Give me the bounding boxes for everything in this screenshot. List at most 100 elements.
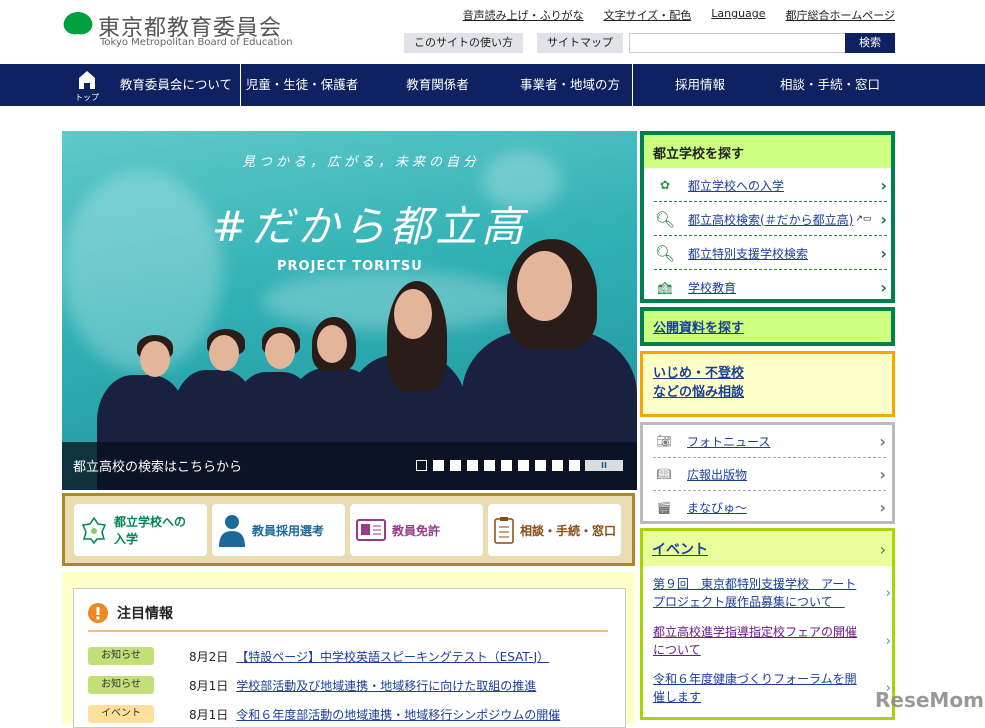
link-label[interactable]: 都立高校検索(＃だから都立高) [688,211,853,228]
quick-link-label: 都立学校への入学 [114,515,187,546]
chevron-right-icon: › [880,175,887,195]
slide-dot[interactable] [535,460,546,471]
main-nav: トップ 教育委員会について 児童・生徒・保護者 教育関係者 事業者・地域の方 採… [0,64,985,106]
quick-link-admission[interactable]: 都立学校への入学 [74,504,207,556]
link-school-education[interactable]: 🏫︎ 学校教育 › [654,271,887,304]
ginkgo-logo-icon [63,12,93,48]
quick-link-consultation[interactable]: 相談・手続・窓口 [488,504,621,556]
quick-link-recruitment[interactable]: 教員採用選考 [212,504,345,556]
link-photo-news[interactable]: 📷︎ フォトニュース › [653,425,886,458]
documents-box: 公開資料を探す [640,307,895,346]
event-item[interactable]: 都立高校進学指導指定校フェアの開催について › [653,623,891,659]
nav-educators[interactable]: 教育関係者 [380,64,495,106]
external-link-icon: ↗▭ [855,214,872,224]
chevron-right-icon: › [885,634,891,649]
category-badge: お知らせ [88,676,154,694]
event-link[interactable]: 令和６年度健康づくりフォーラムを開催します [653,670,868,706]
link-label[interactable]: 都立特別支援学校検索 [688,245,808,262]
book-icon: 📖︎ [656,467,672,481]
link-high-school-search[interactable]: 🔍︎ 都立高校検索(＃だから都立高) ↗▭ › [654,203,887,236]
chevron-right-icon: › [879,498,886,517]
slide-dot[interactable] [552,460,563,471]
nav-recruitment[interactable]: 採用情報 [660,64,740,106]
link-label[interactable]: 学校教育 [688,279,736,296]
furigana-link[interactable]: 音声読み上げ・ふりがな [463,7,584,23]
clipboard-icon [494,517,514,544]
slide-dot[interactable] [450,460,461,471]
event-item[interactable]: 令和６年度健康づくりフォーラムを開催します › [653,670,891,706]
hero-tagline: 見つかる，広がる，未来の自分 [242,155,481,170]
clapperboard-icon: 🎬︎ [656,500,672,515]
nav-about[interactable]: 教育委員会について [112,64,240,106]
quick-link-license[interactable]: 教員免許 [350,504,483,556]
pause-button[interactable]: II [585,460,623,471]
notice-row: イベント 8月1日 令和６年度部活動の地域連携・地域移行シンポジウムの開催 [88,705,560,723]
slide-dot[interactable] [416,460,427,471]
person-icon [219,515,245,547]
nav-divider [240,64,241,106]
events-title-link[interactable]: イベント [652,542,708,558]
site-logo[interactable]: 東京都教育委員会 Tokyo Metropolitan Board of Edu… [62,10,293,50]
bullying-link-line1[interactable]: いじめ・不登校 [653,366,744,381]
bullying-link-line2[interactable]: などの悩み相談 [653,385,744,400]
hero-title: #だから都立高 [212,202,528,251]
category-badge: イベント [88,705,154,723]
link-label[interactable]: 都立学校への入学 [688,177,784,194]
nav-consultation[interactable]: 相談・手続・窓口 [765,64,895,106]
chevron-right-icon: › [879,431,886,451]
chevron-right-icon: › [879,464,886,484]
search-icon: 🔍︎ [654,243,676,263]
notice-link[interactable]: 【特設ページ】中学校英語スピーキングテスト（ESAT-J） [236,648,549,665]
slide-dot[interactable] [501,460,512,471]
nav-home[interactable]: トップ [62,64,112,106]
site-usage-button[interactable]: このサイトの使い方 [404,33,523,53]
link-manabyu[interactable]: 🎬︎ まなびゅ～ › [653,491,886,524]
metro-home-link[interactable]: 都庁総合ホームページ [786,7,895,23]
quick-link-label: 教員免許 [392,523,441,538]
sitemap-button[interactable]: サイトマップ [537,33,623,53]
camera-icon: 📷︎ [656,434,672,448]
nav-home-label: トップ [75,93,99,102]
search-button[interactable]: 検索 [845,33,895,53]
category-badge: お知らせ [88,647,154,665]
resemom-watermark: ReseMom [875,688,984,712]
nav-students[interactable]: 児童・生徒・保護者 [242,64,362,106]
notice-date: 8月2日 [189,649,229,664]
slide-dot[interactable] [484,460,495,471]
slide-dot[interactable] [569,460,580,471]
notice-date: 8月1日 [189,707,229,722]
event-link[interactable]: 都立高校進学指導指定校フェアの開催について [653,623,868,659]
quick-links: 都立学校への入学 教員採用選考 教員免許 相談・手続・窓口 [62,493,635,566]
hero-caption: 都立高校の検索はこちらから [73,460,243,475]
notice-link[interactable]: 学校部活動及び地域連携・地域移行に向けた取組の推進 [236,677,536,694]
nav-business[interactable]: 事業者・地域の方 [510,64,630,106]
events-header[interactable]: イベント › [643,531,892,566]
quick-link-label: 教員採用選考 [252,523,325,538]
search-input[interactable] [629,33,846,53]
slide-dot[interactable] [433,460,444,471]
chevron-right-icon: › [880,243,887,263]
nav-divider [632,64,633,106]
bullying-box[interactable]: いじめ・不登校 などの悩み相談 [640,351,895,417]
link-publications[interactable]: 📖︎ 広報出版物 › [653,458,886,491]
event-item[interactable]: 第９回 東京都特別支援学校 アートプロジェクト展作品募集について › [653,575,891,611]
hero-caption-bar[interactable]: 都立高校の検索はこちらから II [62,442,637,490]
chevron-right-icon: › [880,278,887,297]
link-label[interactable]: まなびゅ～ [687,499,747,516]
notice-link[interactable]: 令和６年度部活動の地域連携・地域移行シンポジウムの開催 [236,706,560,723]
link-special-school-search[interactable]: 🔍︎ 都立特別支援学校検索 › [654,237,887,270]
id-card-icon [356,519,386,541]
language-link[interactable]: Language [711,7,765,23]
search-icon: 🔍︎ [654,209,676,229]
notice-section: 注目情報 お知らせ 8月2日 【特設ページ】中学校英語スピーキングテスト（ESAT-… [62,572,635,728]
hero-slider[interactable]: 見つかる，広がる，未来の自分 #だから都立高 PROJECT TORITSU 都… [62,131,637,490]
utility-links: 音声読み上げ・ふりがな 文字サイズ・配色 Language 都庁総合ホームページ [460,7,895,23]
slide-dot[interactable] [467,460,478,471]
event-link[interactable]: 第９回 東京都特別支援学校 アートプロジェクト展作品募集について [653,575,868,611]
documents-link[interactable]: 公開資料を探す [653,321,744,336]
link-label[interactable]: フォトニュース [687,433,770,450]
link-label[interactable]: 広報出版物 [687,466,747,483]
font-size-link[interactable]: 文字サイズ・配色 [604,7,692,23]
link-school-admission[interactable]: ✿ 都立学校への入学 › [654,169,887,202]
slide-dot[interactable] [518,460,529,471]
